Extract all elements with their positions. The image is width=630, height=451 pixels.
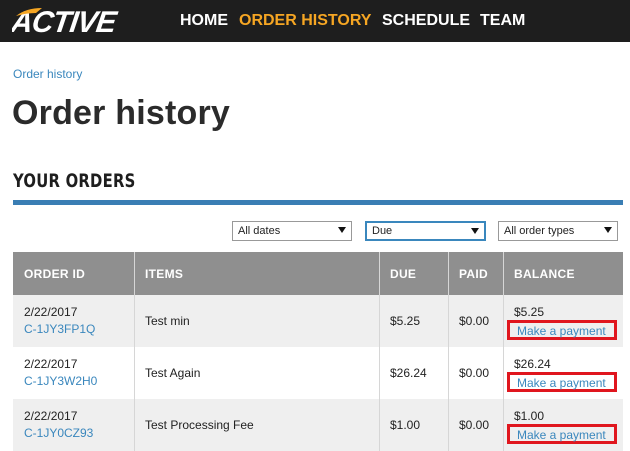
status-filter-select[interactable]: Due	[365, 221, 486, 241]
chevron-down-icon	[338, 227, 346, 233]
order-due: $1.00	[390, 418, 421, 432]
header-items[interactable]: ITEMS	[145, 267, 183, 281]
highlight-box: Make a payment	[507, 320, 617, 340]
column-divider	[503, 252, 504, 451]
section-title: YOUR ORDERS	[13, 170, 136, 192]
table-row: 2/22/2017 C-1JY0CZ93 Test Processing Fee…	[13, 399, 623, 451]
order-paid: $0.00	[459, 366, 490, 380]
orders-table-header: ORDER ID ITEMS DUE PAID BALANCE	[13, 252, 623, 295]
date-filter-select[interactable]: All dates	[232, 221, 352, 241]
chevron-down-icon	[604, 227, 612, 233]
make-payment-link[interactable]: Make a payment	[517, 376, 606, 390]
order-date: 2/22/2017	[24, 305, 78, 319]
type-filter-select[interactable]: All order types	[498, 221, 618, 241]
highlight-box: Make a payment	[507, 372, 617, 392]
order-id-link[interactable]: C-1JY3FP1Q	[24, 322, 95, 336]
header-paid[interactable]: PAID	[459, 267, 488, 281]
make-payment-link[interactable]: Make a payment	[517, 428, 606, 442]
page-title: Order history	[12, 94, 230, 132]
top-nav-bar: ACTIVE HOME ORDER HISTORY SCHEDULE TEAM	[0, 0, 630, 42]
highlight-box: Make a payment	[507, 424, 617, 444]
order-id-link[interactable]: C-1JY0CZ93	[24, 426, 93, 440]
header-balance[interactable]: BALANCE	[514, 267, 575, 281]
table-row: 2/22/2017 C-1JY3W2H0 Test Again $26.24 $…	[13, 347, 623, 399]
table-row: 2/22/2017 C-1JY3FP1Q Test min $5.25 $0.0…	[13, 295, 623, 347]
column-divider	[134, 252, 135, 451]
header-due[interactable]: DUE	[390, 267, 416, 281]
nav-order-history[interactable]: ORDER HISTORY	[239, 12, 371, 30]
order-date: 2/22/2017	[24, 409, 78, 423]
nav-schedule[interactable]: SCHEDULE	[382, 12, 470, 30]
status-filter-value: Due	[372, 225, 393, 237]
nav-team[interactable]: TEAM	[480, 12, 525, 30]
column-divider	[448, 252, 449, 451]
column-divider	[379, 252, 380, 451]
header-order-id[interactable]: ORDER ID	[24, 267, 85, 281]
order-due: $26.24	[390, 366, 427, 380]
date-filter-value: All dates	[238, 225, 281, 237]
order-due: $5.25	[390, 314, 421, 328]
section-divider	[13, 200, 623, 205]
order-date: 2/22/2017	[24, 357, 78, 371]
order-paid: $0.00	[459, 314, 490, 328]
order-item: Test Processing Fee	[145, 418, 254, 432]
chevron-down-icon	[471, 228, 479, 234]
order-balance: $5.25	[514, 305, 545, 319]
breadcrumb-order-history[interactable]: Order history	[13, 67, 82, 81]
make-payment-link[interactable]: Make a payment	[517, 324, 606, 338]
order-paid: $0.00	[459, 418, 490, 432]
order-id-link[interactable]: C-1JY3W2H0	[24, 374, 97, 388]
order-item: Test min	[145, 314, 190, 328]
type-filter-value: All order types	[504, 225, 575, 237]
order-balance: $26.24	[514, 357, 551, 371]
active-logo[interactable]: ACTIVE	[12, 4, 152, 38]
nav-home[interactable]: HOME	[180, 12, 228, 30]
order-balance: $1.00	[514, 409, 545, 423]
order-item: Test Again	[145, 366, 201, 380]
